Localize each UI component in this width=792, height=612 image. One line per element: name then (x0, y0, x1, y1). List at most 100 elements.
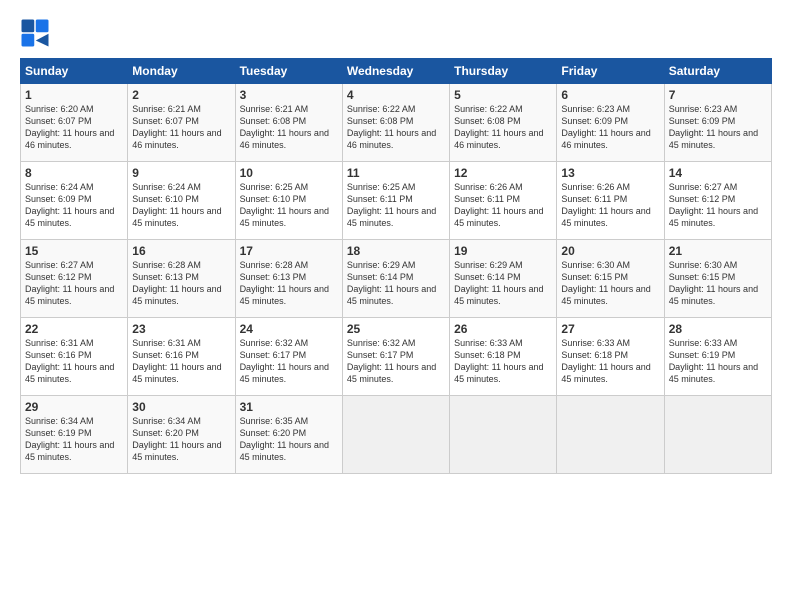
day-info: Sunrise: 6:21 AMSunset: 6:07 PMDaylight:… (132, 103, 230, 152)
calendar-day-cell: 2Sunrise: 6:21 AMSunset: 6:07 PMDaylight… (128, 84, 235, 162)
calendar-day-cell: 3Sunrise: 6:21 AMSunset: 6:08 PMDaylight… (235, 84, 342, 162)
calendar-table: SundayMondayTuesdayWednesdayThursdayFrid… (20, 58, 772, 474)
day-info: Sunrise: 6:33 AMSunset: 6:18 PMDaylight:… (561, 337, 659, 386)
calendar-day-cell: 15Sunrise: 6:27 AMSunset: 6:12 PMDayligh… (21, 240, 128, 318)
day-number: 5 (454, 88, 552, 102)
calendar-body: 1Sunrise: 6:20 AMSunset: 6:07 PMDaylight… (21, 84, 772, 474)
day-number: 12 (454, 166, 552, 180)
day-number: 19 (454, 244, 552, 258)
day-info: Sunrise: 6:26 AMSunset: 6:11 PMDaylight:… (454, 181, 552, 230)
day-number: 9 (132, 166, 230, 180)
calendar-day-cell: 7Sunrise: 6:23 AMSunset: 6:09 PMDaylight… (664, 84, 771, 162)
calendar-day-cell: 12Sunrise: 6:26 AMSunset: 6:11 PMDayligh… (450, 162, 557, 240)
day-info: Sunrise: 6:34 AMSunset: 6:20 PMDaylight:… (132, 415, 230, 464)
calendar-day-cell: 17Sunrise: 6:28 AMSunset: 6:13 PMDayligh… (235, 240, 342, 318)
header-cell-monday: Monday (128, 59, 235, 84)
day-number: 10 (240, 166, 338, 180)
header-cell-saturday: Saturday (664, 59, 771, 84)
calendar-day-cell: 23Sunrise: 6:31 AMSunset: 6:16 PMDayligh… (128, 318, 235, 396)
day-number: 22 (25, 322, 123, 336)
day-number: 26 (454, 322, 552, 336)
day-number: 20 (561, 244, 659, 258)
day-info: Sunrise: 6:33 AMSunset: 6:18 PMDaylight:… (454, 337, 552, 386)
calendar-day-cell: 11Sunrise: 6:25 AMSunset: 6:11 PMDayligh… (342, 162, 449, 240)
day-info: Sunrise: 6:28 AMSunset: 6:13 PMDaylight:… (240, 259, 338, 308)
day-info: Sunrise: 6:27 AMSunset: 6:12 PMDaylight:… (669, 181, 767, 230)
day-number: 8 (25, 166, 123, 180)
calendar-day-cell: 6Sunrise: 6:23 AMSunset: 6:09 PMDaylight… (557, 84, 664, 162)
calendar-day-cell: 8Sunrise: 6:24 AMSunset: 6:09 PMDaylight… (21, 162, 128, 240)
day-info: Sunrise: 6:30 AMSunset: 6:15 PMDaylight:… (561, 259, 659, 308)
day-info: Sunrise: 6:29 AMSunset: 6:14 PMDaylight:… (347, 259, 445, 308)
calendar-day-cell (664, 396, 771, 474)
day-number: 27 (561, 322, 659, 336)
calendar-day-cell: 25Sunrise: 6:32 AMSunset: 6:17 PMDayligh… (342, 318, 449, 396)
day-number: 24 (240, 322, 338, 336)
day-info: Sunrise: 6:32 AMSunset: 6:17 PMDaylight:… (347, 337, 445, 386)
day-info: Sunrise: 6:24 AMSunset: 6:10 PMDaylight:… (132, 181, 230, 230)
day-info: Sunrise: 6:35 AMSunset: 6:20 PMDaylight:… (240, 415, 338, 464)
day-info: Sunrise: 6:24 AMSunset: 6:09 PMDaylight:… (25, 181, 123, 230)
day-info: Sunrise: 6:23 AMSunset: 6:09 PMDaylight:… (669, 103, 767, 152)
header-cell-tuesday: Tuesday (235, 59, 342, 84)
calendar-day-cell: 26Sunrise: 6:33 AMSunset: 6:18 PMDayligh… (450, 318, 557, 396)
calendar-day-cell: 14Sunrise: 6:27 AMSunset: 6:12 PMDayligh… (664, 162, 771, 240)
calendar-day-cell: 19Sunrise: 6:29 AMSunset: 6:14 PMDayligh… (450, 240, 557, 318)
calendar-day-cell: 1Sunrise: 6:20 AMSunset: 6:07 PMDaylight… (21, 84, 128, 162)
header (20, 18, 772, 48)
day-number: 25 (347, 322, 445, 336)
page: SundayMondayTuesdayWednesdayThursdayFrid… (0, 0, 792, 612)
day-number: 28 (669, 322, 767, 336)
calendar-week-row: 8Sunrise: 6:24 AMSunset: 6:09 PMDaylight… (21, 162, 772, 240)
day-info: Sunrise: 6:32 AMSunset: 6:17 PMDaylight:… (240, 337, 338, 386)
calendar-day-cell: 10Sunrise: 6:25 AMSunset: 6:10 PMDayligh… (235, 162, 342, 240)
day-number: 4 (347, 88, 445, 102)
calendar-day-cell (450, 396, 557, 474)
calendar-week-row: 15Sunrise: 6:27 AMSunset: 6:12 PMDayligh… (21, 240, 772, 318)
day-info: Sunrise: 6:25 AMSunset: 6:10 PMDaylight:… (240, 181, 338, 230)
logo (20, 18, 52, 48)
day-info: Sunrise: 6:23 AMSunset: 6:09 PMDaylight:… (561, 103, 659, 152)
day-number: 29 (25, 400, 123, 414)
day-number: 13 (561, 166, 659, 180)
calendar-day-cell: 22Sunrise: 6:31 AMSunset: 6:16 PMDayligh… (21, 318, 128, 396)
day-number: 1 (25, 88, 123, 102)
day-info: Sunrise: 6:30 AMSunset: 6:15 PMDaylight:… (669, 259, 767, 308)
calendar-day-cell: 20Sunrise: 6:30 AMSunset: 6:15 PMDayligh… (557, 240, 664, 318)
day-info: Sunrise: 6:29 AMSunset: 6:14 PMDaylight:… (454, 259, 552, 308)
day-number: 14 (669, 166, 767, 180)
day-info: Sunrise: 6:22 AMSunset: 6:08 PMDaylight:… (347, 103, 445, 152)
calendar-day-cell: 27Sunrise: 6:33 AMSunset: 6:18 PMDayligh… (557, 318, 664, 396)
day-number: 3 (240, 88, 338, 102)
header-cell-thursday: Thursday (450, 59, 557, 84)
calendar-day-cell: 30Sunrise: 6:34 AMSunset: 6:20 PMDayligh… (128, 396, 235, 474)
day-info: Sunrise: 6:28 AMSunset: 6:13 PMDaylight:… (132, 259, 230, 308)
calendar-header: SundayMondayTuesdayWednesdayThursdayFrid… (21, 59, 772, 84)
calendar-day-cell: 16Sunrise: 6:28 AMSunset: 6:13 PMDayligh… (128, 240, 235, 318)
day-number: 2 (132, 88, 230, 102)
day-number: 31 (240, 400, 338, 414)
day-info: Sunrise: 6:26 AMSunset: 6:11 PMDaylight:… (561, 181, 659, 230)
day-number: 23 (132, 322, 230, 336)
day-info: Sunrise: 6:21 AMSunset: 6:08 PMDaylight:… (240, 103, 338, 152)
day-number: 18 (347, 244, 445, 258)
day-info: Sunrise: 6:31 AMSunset: 6:16 PMDaylight:… (132, 337, 230, 386)
day-number: 11 (347, 166, 445, 180)
header-cell-wednesday: Wednesday (342, 59, 449, 84)
calendar-day-cell: 29Sunrise: 6:34 AMSunset: 6:19 PMDayligh… (21, 396, 128, 474)
calendar-day-cell: 24Sunrise: 6:32 AMSunset: 6:17 PMDayligh… (235, 318, 342, 396)
day-number: 7 (669, 88, 767, 102)
header-cell-friday: Friday (557, 59, 664, 84)
header-cell-sunday: Sunday (21, 59, 128, 84)
calendar-day-cell (342, 396, 449, 474)
day-info: Sunrise: 6:25 AMSunset: 6:11 PMDaylight:… (347, 181, 445, 230)
calendar-day-cell: 28Sunrise: 6:33 AMSunset: 6:19 PMDayligh… (664, 318, 771, 396)
calendar-day-cell: 18Sunrise: 6:29 AMSunset: 6:14 PMDayligh… (342, 240, 449, 318)
day-number: 17 (240, 244, 338, 258)
day-info: Sunrise: 6:20 AMSunset: 6:07 PMDaylight:… (25, 103, 123, 152)
calendar-day-cell: 13Sunrise: 6:26 AMSunset: 6:11 PMDayligh… (557, 162, 664, 240)
calendar-day-cell (557, 396, 664, 474)
calendar-week-row: 22 Sunrise: 6:31 AMSunset: 6:16 PMDayligh… (21, 318, 772, 396)
day-info: Sunrise: 6:22 AMSunset: 6:08 PMDaylight:… (454, 103, 552, 152)
day-number: 16 (132, 244, 230, 258)
